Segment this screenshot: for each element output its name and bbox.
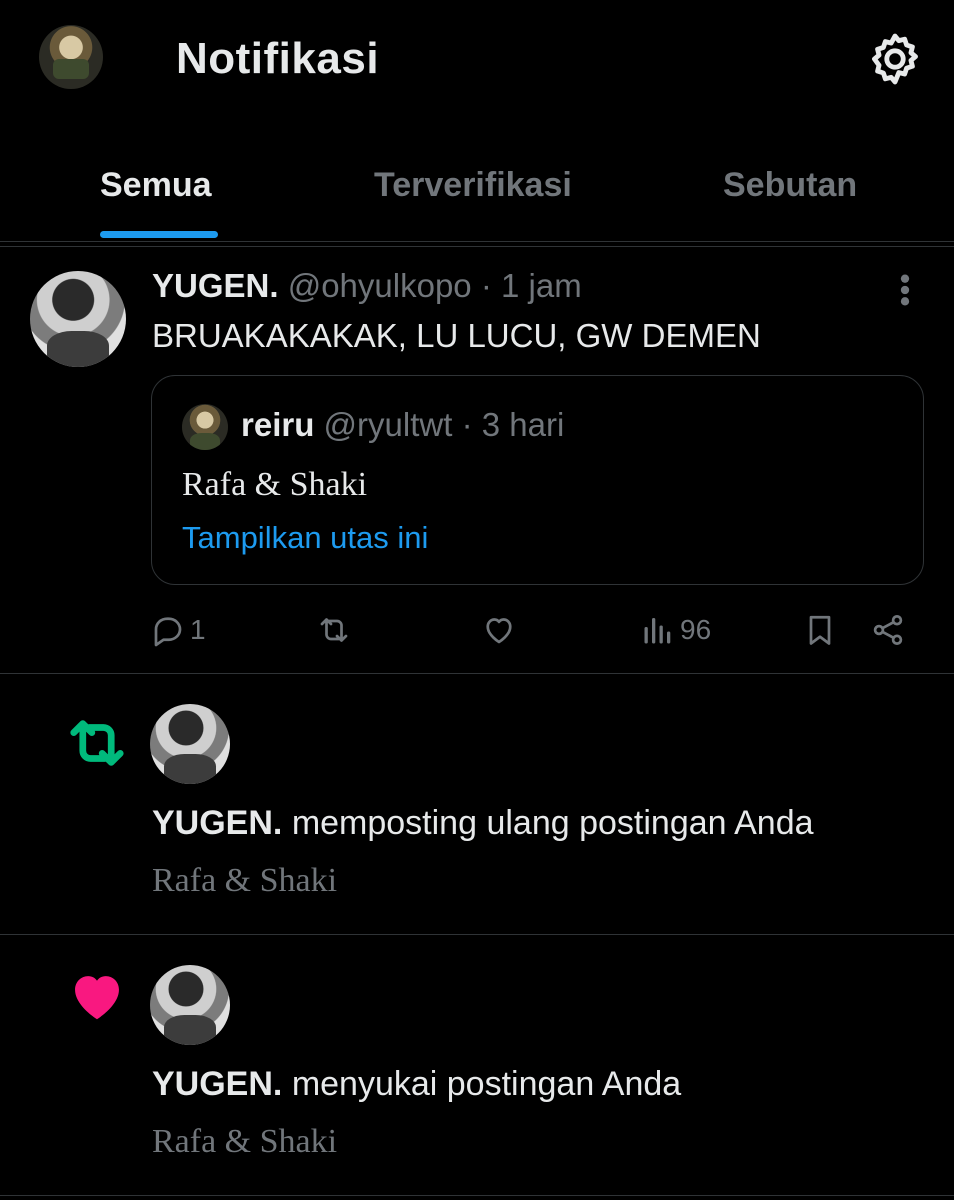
repost-icon [70,720,124,766]
quoted-author-name: reiru [241,406,315,443]
view-count: 96 [680,614,712,645]
heart-icon [75,976,119,1020]
quoted-post-time: 3 hari [481,406,565,443]
more-options-icon[interactable] [896,273,914,307]
quoted-post-text: Rafa & Shaki [182,466,368,503]
like-notification[interactable]: YUGEN. menyukai postingan Anda Rafa & Sh… [0,935,954,1196]
quoted-author-handle: @ryultwt [323,406,453,443]
repost-icon [320,618,348,642]
separator-dot: · [461,406,473,443]
author-handle[interactable]: @ohyulkopo [288,267,472,304]
share-button[interactable] [870,607,906,653]
notification-tabs: Semua Terverifikasi Sebutan [0,150,954,242]
quoted-post[interactable]: reiru @ryultwt · 3 hari Rafa & Shaki Tam… [151,375,924,585]
bookmark-icon [809,615,831,645]
actor-name[interactable]: YUGEN. [152,1065,282,1103]
views-button[interactable]: 96 [640,607,711,653]
post-actions: 1 96 [0,607,954,657]
post-snippet: Rafa & Shaki [152,862,338,899]
actor-name[interactable]: YUGEN. [152,804,282,842]
actor-avatar[interactable] [150,965,230,1045]
analytics-icon [644,618,671,644]
post-text: BRUAKAKAKAK, LU LUCU, GW DEMEN [152,317,761,354]
post-header: YUGEN. @ohyulkopo · 1 jam [152,267,582,305]
notification-text: YUGEN. menyukai postingan Anda [152,1065,681,1104]
notification-action: memposting ulang postingan Anda [291,804,814,842]
profile-avatar[interactable] [39,25,103,89]
reply-count: 1 [190,614,206,645]
reply-button[interactable]: 1 [150,607,206,653]
like-button[interactable] [481,607,517,653]
heart-outline-icon [486,618,512,644]
show-thread-link[interactable]: Tampilkan utas ini [182,520,428,556]
tab-terverifikasi[interactable]: Terverifikasi [374,166,572,205]
top-bar: Notifikasi [0,0,954,125]
share-icon [873,615,903,645]
author-name[interactable]: YUGEN. [152,267,279,304]
gear-icon[interactable] [866,30,924,88]
reply-icon [154,617,182,647]
tab-sebutan[interactable]: Sebutan [723,166,857,205]
author-avatar[interactable] [30,271,126,367]
tab-semua[interactable]: Semua [100,166,212,205]
separator-dot: · [480,267,492,304]
actor-avatar[interactable] [150,704,230,784]
bookmark-button[interactable] [802,607,838,653]
repost-notification[interactable]: YUGEN. memposting ulang postingan Anda R… [0,674,954,935]
quoted-post-header: reiru @ryultwt · 3 hari [241,406,564,444]
notification-action: menyukai postingan Anda [291,1065,682,1103]
mention-post[interactable]: YUGEN. @ohyulkopo · 1 jam BRUAKAKAKAK, L… [0,247,954,674]
notification-text: YUGEN. memposting ulang postingan Anda [152,804,814,843]
page-title: Notifikasi [176,34,380,83]
quoted-author-avatar [182,404,228,450]
post-time: 1 jam [501,267,582,304]
post-snippet: Rafa & Shaki [152,1123,338,1160]
repost-button[interactable] [316,607,352,653]
active-tab-indicator [100,231,218,238]
